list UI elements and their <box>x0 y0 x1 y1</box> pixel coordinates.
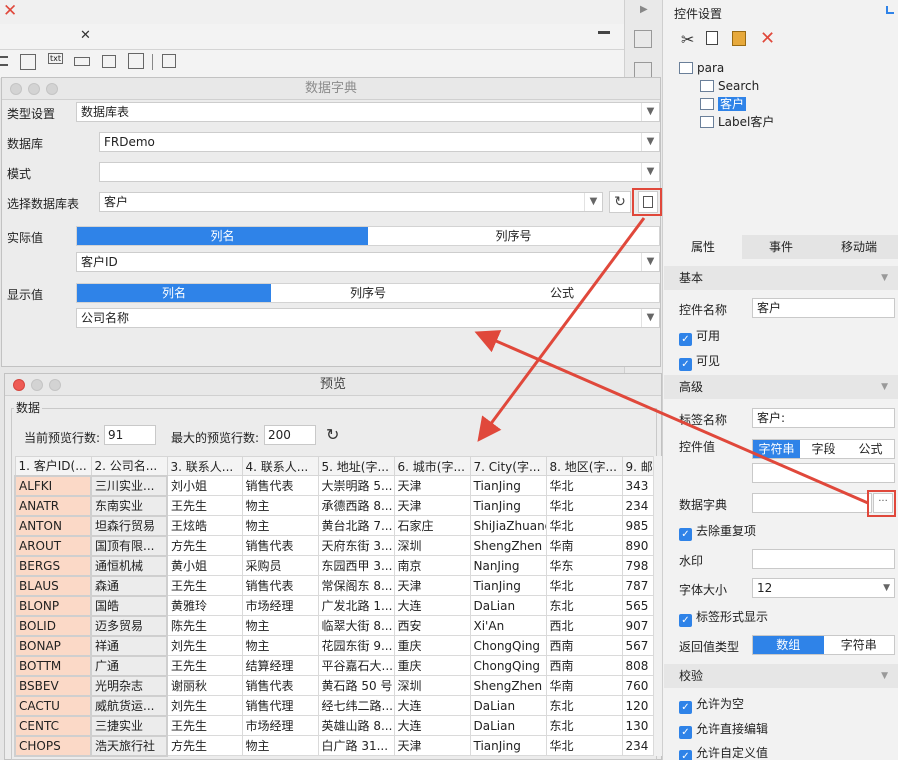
annotation-arrows <box>474 217 869 505</box>
arrow-to-table <box>477 217 646 442</box>
arrow-to-dialog <box>474 330 869 505</box>
